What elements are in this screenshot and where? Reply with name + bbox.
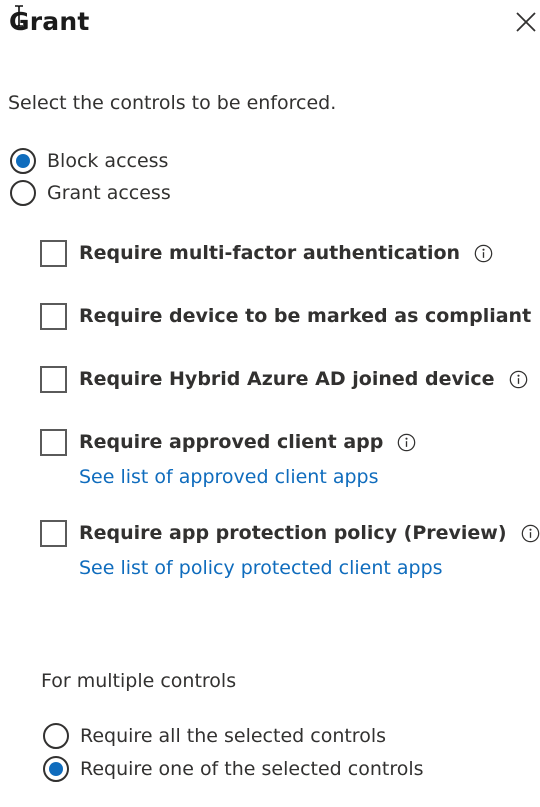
control-label: Require device to be marked as compliant: [79, 305, 532, 327]
control-app-protection-policy: Require app protection policy (Preview): [40, 518, 540, 548]
info-icon[interactable]: [509, 370, 528, 389]
control-label: Require multi-factor authentication: [79, 242, 461, 264]
radio-require-one[interactable]: Require one of the selected controls: [43, 754, 424, 784]
radio-grant-access[interactable]: Grant access: [10, 178, 171, 208]
policy-protected-apps-link[interactable]: See list of policy protected client apps: [79, 557, 443, 579]
close-icon[interactable]: [513, 9, 539, 35]
radio-label: Block access: [47, 150, 169, 172]
radio-selected-dot: [16, 154, 30, 168]
mfa-checkbox[interactable]: [40, 239, 67, 267]
radio-button[interactable]: [10, 180, 36, 206]
control-mfa: Require multi-factor authentication: [40, 238, 493, 268]
control-hybrid-joined: Require Hybrid Azure AD joined device: [40, 364, 528, 394]
radio-label: Grant access: [47, 182, 171, 204]
hybrid-joined-checkbox[interactable]: [40, 365, 67, 393]
radio-label: Require one of the selected controls: [80, 758, 424, 780]
text-cursor-icon: [15, 5, 23, 27]
radio-label: Require all the selected controls: [80, 725, 387, 747]
approved-client-apps-link[interactable]: See list of approved client apps: [79, 466, 378, 488]
control-compliant-device: Require device to be marked as compliant: [40, 301, 540, 331]
radio-block-access[interactable]: Block access: [10, 146, 168, 176]
app-protection-policy-checkbox[interactable]: [40, 519, 67, 547]
radio-button[interactable]: [43, 756, 69, 782]
control-label: Require app protection policy (Preview): [79, 522, 507, 544]
info-icon[interactable]: [397, 433, 416, 452]
radio-require-all[interactable]: Require all the selected controls: [43, 721, 386, 751]
compliant-device-checkbox[interactable]: [40, 302, 67, 330]
radio-button[interactable]: [10, 148, 36, 174]
control-label: Require Hybrid Azure AD joined device: [79, 368, 495, 390]
multiple-controls-label: For multiple controls: [41, 670, 237, 692]
radio-button[interactable]: [43, 723, 69, 749]
info-icon[interactable]: [474, 244, 493, 263]
approved-client-app-checkbox[interactable]: [40, 428, 67, 456]
panel-subtitle: Select the controls to be enforced.: [8, 92, 337, 114]
control-approved-client-app: Require approved client app: [40, 427, 416, 457]
radio-selected-dot: [49, 762, 63, 776]
info-icon[interactable]: [521, 524, 540, 543]
control-label: Require approved client app: [79, 431, 384, 453]
